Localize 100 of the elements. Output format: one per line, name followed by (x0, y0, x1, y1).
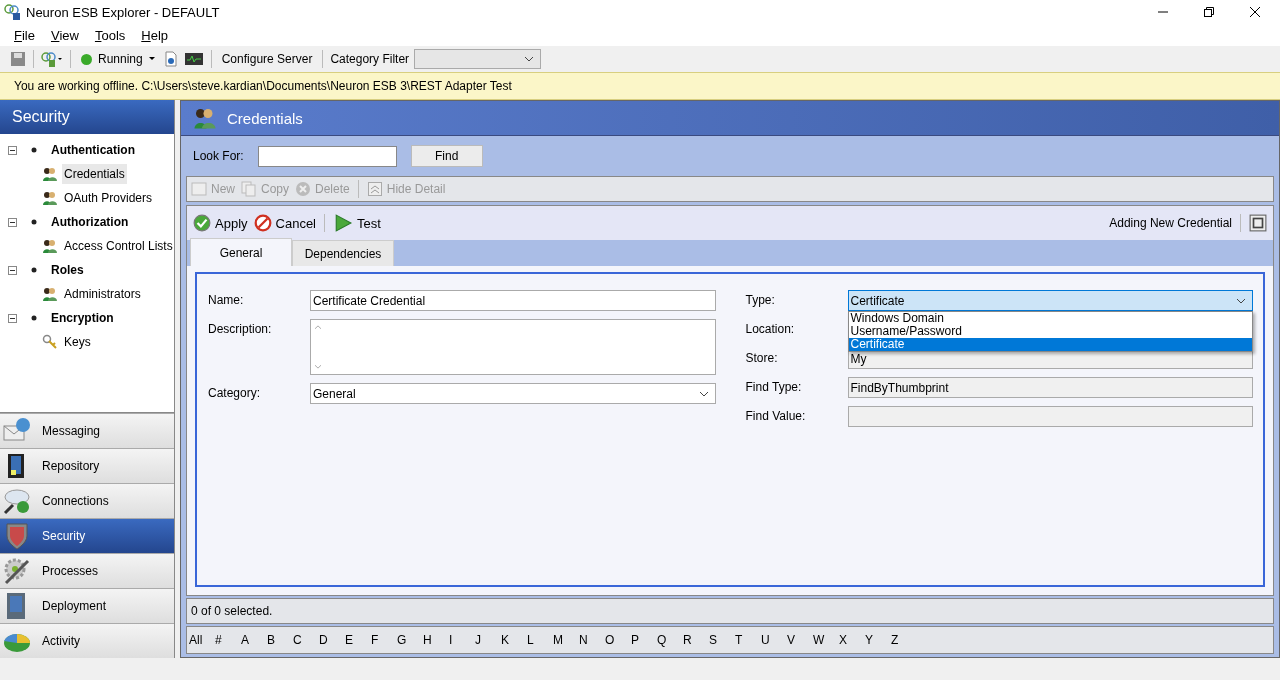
alphabet-filter-link[interactable]: J (475, 633, 501, 647)
users-icon (193, 106, 217, 130)
alphabet-filter-link[interactable]: U (761, 633, 787, 647)
tree-group[interactable]: Authentication (51, 143, 135, 157)
alphabet-filter-link[interactable]: W (813, 633, 839, 647)
apply-button[interactable]: Apply (193, 214, 248, 232)
alphabet-filter-link[interactable]: P (631, 633, 657, 647)
restore-icon[interactable] (1204, 7, 1214, 17)
alphabet-filter-link[interactable]: N (579, 633, 605, 647)
prohibited-icon (253, 214, 272, 232)
bullet-icon (31, 147, 37, 153)
chevron-down-icon (524, 56, 535, 62)
alphabet-filter-link[interactable]: A (241, 633, 267, 647)
nav-button[interactable]: Activity (0, 623, 174, 658)
tab[interactable]: General (190, 238, 292, 266)
monitor-icon[interactable] (183, 50, 204, 68)
bullet-icon (31, 315, 37, 321)
alphabet-filter-link[interactable]: E (345, 633, 371, 647)
alphabet-filter-link[interactable]: C (293, 633, 319, 647)
copy-icon (241, 181, 257, 197)
maximize-icon[interactable] (1249, 214, 1267, 232)
alphabet-filter-link[interactable]: H (423, 633, 449, 647)
dropdown-option[interactable]: Certificate (848, 338, 1252, 351)
combo-box[interactable]: General (310, 383, 716, 404)
window-title: Neuron ESB Explorer - DEFAULT (26, 4, 220, 20)
app-logo-icon (4, 4, 20, 20)
configure-server-button[interactable]: Configure Server (218, 52, 316, 66)
test-button[interactable]: Test (333, 214, 381, 232)
document-info-icon[interactable] (162, 51, 179, 67)
cancel-button[interactable]: Cancel (253, 214, 316, 232)
panel-title: Credentials (227, 109, 303, 127)
menu-item[interactable]: View (44, 27, 85, 43)
save-icon[interactable] (10, 51, 26, 67)
tree-item[interactable]: OAuth Providers (62, 188, 155, 208)
combo-box[interactable]: Certificate (847, 290, 1253, 311)
menu-item[interactable]: Help (135, 27, 175, 43)
alphabet-filter-link[interactable]: K (501, 633, 527, 647)
server-status-button[interactable]: Running (78, 52, 158, 66)
users-icon (42, 166, 58, 182)
nav-button[interactable]: Connections (0, 483, 174, 518)
dropdown-option[interactable]: Username/Password (848, 325, 1252, 338)
double-chevron-icon (366, 181, 383, 197)
processes-icon (2, 556, 32, 586)
alphabet-filter-link[interactable]: M (553, 633, 579, 647)
alphabet-filter-link[interactable]: Y (865, 633, 891, 647)
alphabet-filter-link[interactable]: I (449, 633, 475, 647)
alphabet-filter-link[interactable]: O (605, 633, 631, 647)
nav-button[interactable]: Processes (0, 553, 174, 588)
menu-item[interactable]: File (8, 27, 41, 43)
alphabet-filter-link[interactable]: F (371, 633, 397, 647)
play-icon (333, 214, 353, 232)
dropdown-option[interactable]: Windows Domain (848, 312, 1252, 325)
tree-group[interactable]: Roles (51, 263, 84, 277)
collapse-toggle[interactable] (8, 217, 17, 227)
alphabet-filter-link[interactable]: All (189, 633, 215, 647)
alphabet-filter-link[interactable]: Q (657, 633, 683, 647)
alphabet-filter-link[interactable]: T (735, 633, 761, 647)
bullet-icon (31, 267, 37, 273)
chevron-down-icon (1236, 297, 1246, 304)
alphabet-filter-link[interactable]: L (527, 633, 553, 647)
field-label: Store: (745, 350, 779, 365)
tab[interactable]: Dependencies (292, 240, 394, 266)
collapse-toggle[interactable] (8, 145, 17, 155)
alphabet-filter-link[interactable]: G (397, 633, 423, 647)
alphabet-filter-link[interactable]: R (683, 633, 709, 647)
category-filter-label: Category Filter (330, 52, 410, 66)
nav-button[interactable]: Messaging (0, 413, 174, 448)
find-button[interactable]: Find (410, 145, 483, 167)
tree-item[interactable]: Administrators (62, 284, 143, 304)
field-label: Type: (745, 292, 776, 307)
nav-button[interactable]: Deployment (0, 588, 174, 623)
alphabet-filter-link[interactable]: V (787, 633, 813, 647)
offline-banner: You are working offline. C:\Users\steve.kardian\Documents\Neuron ESB 3\REST Adapter Test (0, 72, 1280, 100)
menu-item[interactable]: Tools (88, 27, 132, 43)
alphabet-filter-link[interactable]: # (215, 633, 241, 647)
collapse-toggle[interactable] (8, 313, 17, 323)
tree-item[interactable]: Access Control Lists (62, 236, 175, 256)
tree-group[interactable]: Encryption (51, 311, 114, 325)
tree-item[interactable]: Credentials (62, 164, 127, 184)
alphabet-filter-link[interactable]: Z (891, 633, 917, 647)
blank-page-icon (191, 181, 207, 197)
look-for-label: Look For: (193, 149, 244, 163)
x-circle-icon (295, 181, 312, 197)
tree-item[interactable]: Keys (62, 332, 93, 352)
collapse-toggle[interactable] (8, 265, 17, 275)
alphabet-filter-link[interactable]: S (709, 633, 735, 647)
nav-button[interactable]: Repository (0, 448, 174, 483)
look-for-field[interactable] (257, 145, 397, 167)
tree-group[interactable]: Authorization (51, 215, 129, 229)
alphabet-filter-link[interactable]: X (839, 633, 865, 647)
text-field[interactable]: Certificate Credential (310, 290, 716, 311)
connections-icon (2, 486, 32, 516)
nav-button[interactable]: Security (0, 518, 174, 553)
caret-icon (148, 57, 155, 61)
alphabet-filter-link[interactable]: B (267, 633, 293, 647)
users-icon (42, 238, 58, 254)
status-text: Adding New Credential (1109, 216, 1232, 230)
alphabet-filter-link[interactable]: D (319, 633, 345, 647)
connect-dropdown-icon[interactable] (41, 50, 63, 68)
close-icon[interactable] (1250, 7, 1260, 17)
